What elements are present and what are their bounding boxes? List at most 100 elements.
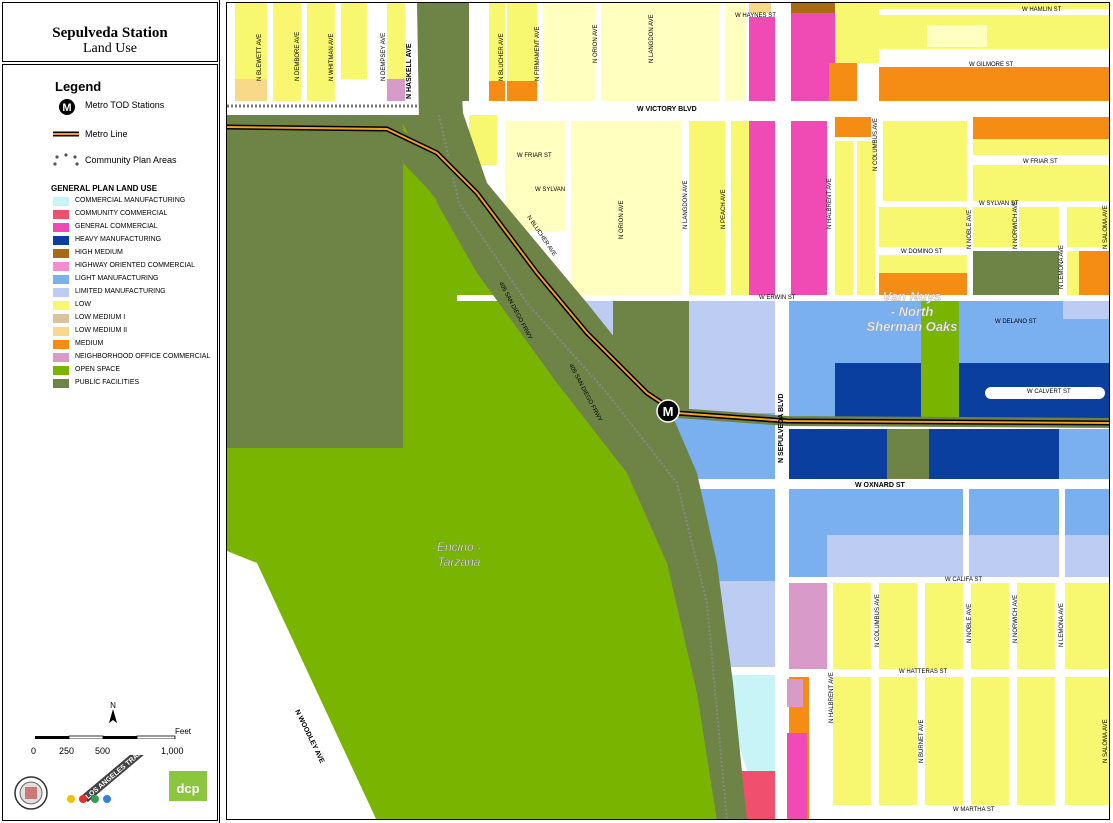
- svg-text:dcp: dcp: [176, 781, 199, 796]
- area-label-encino-2: Tarzana: [438, 555, 481, 569]
- land-use-swatch: [53, 262, 69, 271]
- land-use-heading: GENERAL PLAN LAND USE: [51, 184, 158, 193]
- street-label-ns: N BURNET AVE: [919, 720, 925, 763]
- street-label-ns: N PEACH AVE: [721, 189, 727, 229]
- land-use-swatch: [53, 249, 69, 258]
- land-use-swatch-label: OPEN SPACE: [75, 366, 120, 373]
- land-use-swatch-label: LIGHT MANUFACTURING: [75, 275, 159, 282]
- street-label-ns: N LEMONA AVE: [1059, 245, 1065, 289]
- north-label: N: [110, 701, 116, 710]
- street-label-victory: W VICTORY BLVD: [637, 106, 697, 113]
- land-use-swatch-label: COMMUNITY COMMERCIAL: [75, 210, 168, 217]
- land-use-swatch-label: HIGH MEDIUM: [75, 249, 123, 256]
- street-label-ns: N LANGDON AVE: [683, 180, 689, 229]
- street-label-ns: N BLEWETT AVE: [257, 34, 263, 81]
- street-label-ns: N LANGDON AVE: [649, 14, 655, 63]
- land-use-swatch: [53, 236, 69, 245]
- transit-neighborhood-plans-logo: LOS ANGELES TRANSIT NEIGHBORHOOD PLANS: [67, 755, 171, 803]
- area-label-van-nuys-1: Van Nuys: [883, 289, 942, 304]
- community-plan-boundary-icon: [53, 153, 79, 166]
- street-label-friar-2: W FRIAR ST: [1023, 159, 1058, 165]
- land-use-swatch-label: LOW MEDIUM I: [75, 314, 126, 321]
- street-label-calvert: W CALVERT ST: [1027, 389, 1071, 395]
- street-label-erwin: W ERWIN ST: [759, 295, 796, 301]
- street-label-ns: N SALOMA AVE: [1103, 719, 1109, 763]
- street-label-ns: N WHITMAN AVE: [329, 33, 335, 81]
- land-use-swatch: [53, 210, 69, 219]
- land-use-swatch: [53, 327, 69, 336]
- street-label-sylvan-1: W SYLVAN: [535, 187, 565, 193]
- sidebar: Sepulveda Station Land Use Legend M Metr…: [0, 0, 220, 823]
- land-use-swatch-label: GENERAL COMMERCIAL: [75, 223, 158, 230]
- land-use-swatch: [53, 288, 69, 297]
- area-label-van-nuys-2: - North: [891, 304, 934, 319]
- street-label-ns: N NOBLE AVE: [967, 604, 973, 643]
- street-label-ns: N NOBLE AVE: [967, 210, 973, 249]
- street-label-ns: N NORWICH AVE: [1013, 595, 1019, 643]
- area-label-van-nuys-3: Sherman Oaks: [866, 319, 957, 334]
- title-box: Sepulveda Station Land Use: [2, 2, 218, 62]
- land-use-map[interactable]: M Van Nuys - North Sherman Oaks Encino -…: [226, 2, 1110, 820]
- legend-title: Legend: [55, 79, 102, 94]
- street-label-ns: N HALBRENT AVE: [827, 178, 833, 229]
- street-label-ns: N COLUMBUS AVE: [875, 594, 881, 647]
- map-subtitle: Land Use: [82, 41, 138, 56]
- street-label-hatteras: W HATTERAS ST: [899, 669, 948, 675]
- land-use-swatch-label: LOW MEDIUM II: [75, 327, 128, 334]
- svg-text:M: M: [62, 102, 71, 114]
- map-title: Sepulveda Station: [52, 25, 168, 41]
- land-use-swatch: [53, 366, 69, 375]
- legend: Legend M Metro TOD Stations Metro Line C…: [2, 64, 218, 821]
- land-use-swatch: [53, 223, 69, 232]
- land-use-swatch: [53, 314, 69, 323]
- street-label-ns: N BLUCHER AVE: [499, 33, 505, 81]
- street-label-ns: N LEMONA AVE: [1059, 603, 1065, 647]
- scale-tick-0: 0: [31, 746, 37, 756]
- land-use-swatch-label: LIMITED MANUFACTURING: [75, 288, 166, 295]
- land-use-swatch-label: HEAVY MANUFACTURING: [75, 236, 162, 243]
- north-arrow-icon: [109, 709, 117, 723]
- street-label-hamlin: W HAMLIN ST: [1022, 7, 1062, 13]
- street-label-gilmore: W GILMORE ST: [969, 62, 1014, 68]
- land-use-swatch-label: MEDIUM: [75, 340, 104, 347]
- street-label-domino: W DOMINO ST: [901, 249, 943, 255]
- metro-station-marker[interactable]: M: [656, 399, 680, 423]
- street-label-oxnard: W OXNARD ST: [855, 482, 906, 489]
- street-label-delano: W DELANO ST: [995, 319, 1037, 325]
- land-use-swatch-label: LOW: [75, 301, 91, 308]
- street-label-ns: N DEMBORE AVE: [295, 32, 301, 81]
- street-label-ns: N SEPULVEDA BLVD: [778, 394, 785, 464]
- land-use-swatch: [53, 340, 69, 349]
- land-use-swatch-label: HIGHWAY ORIENTED COMMERCIAL: [75, 262, 196, 269]
- land-use-swatch: [53, 379, 69, 388]
- street-label-ns: N NORWICH AVE: [1013, 201, 1019, 249]
- land-use-swatch-label: PUBLIC FACILITIES: [75, 379, 140, 386]
- metro-station-icon: M: [59, 99, 75, 115]
- scale-unit: Feet: [175, 727, 192, 736]
- map-canvas[interactable]: M Van Nuys - North Sherman Oaks Encino -…: [227, 3, 1110, 820]
- land-use-swatch-label: COMMERCIAL MANUFACTURING: [75, 197, 186, 204]
- street-label-ns: N COLUMBUS AVE: [873, 118, 879, 171]
- scale-bar: N Feet: [35, 701, 192, 739]
- street-label-ns: N HALBRENT AVE: [829, 672, 835, 723]
- metro-line-icon: [53, 131, 79, 137]
- land-use-swatch-label: NEIGHBORHOOD OFFICE COMMERCIAL: [75, 353, 211, 360]
- street-label-ns: N ORION AVE: [619, 200, 625, 239]
- street-label-ns: N DEMPSEY AVE: [381, 33, 387, 81]
- street-label-martha: W MARTHA ST: [953, 807, 995, 813]
- svg-text:LOS ANGELES TRANSIT NEIGHBORHO: LOS ANGELES TRANSIT NEIGHBORHOOD PLANS: [85, 755, 171, 801]
- land-use-swatch: [53, 301, 69, 310]
- city-seal-logo: [14, 776, 48, 810]
- street-label-ns: N FIRMAMENT AVE: [535, 27, 541, 81]
- land-use-swatch: [53, 353, 69, 362]
- street-label-haynes: W HAYNES ST: [735, 13, 776, 19]
- dcp-logo: dcp: [169, 771, 207, 801]
- street-label-califa: W CALIFA ST: [945, 577, 982, 583]
- land-use-swatch: [53, 197, 69, 206]
- street-label-ns: N ORION AVE: [593, 24, 599, 63]
- land-use-swatch: [53, 275, 69, 284]
- street-label-friar-1: W FRIAR ST: [517, 153, 552, 159]
- street-label-ns: N SALOMA AVE: [1103, 205, 1109, 249]
- area-label-encino-1: Encino -: [437, 540, 481, 554]
- street-label-ns: N HASKELL AVE: [406, 43, 413, 99]
